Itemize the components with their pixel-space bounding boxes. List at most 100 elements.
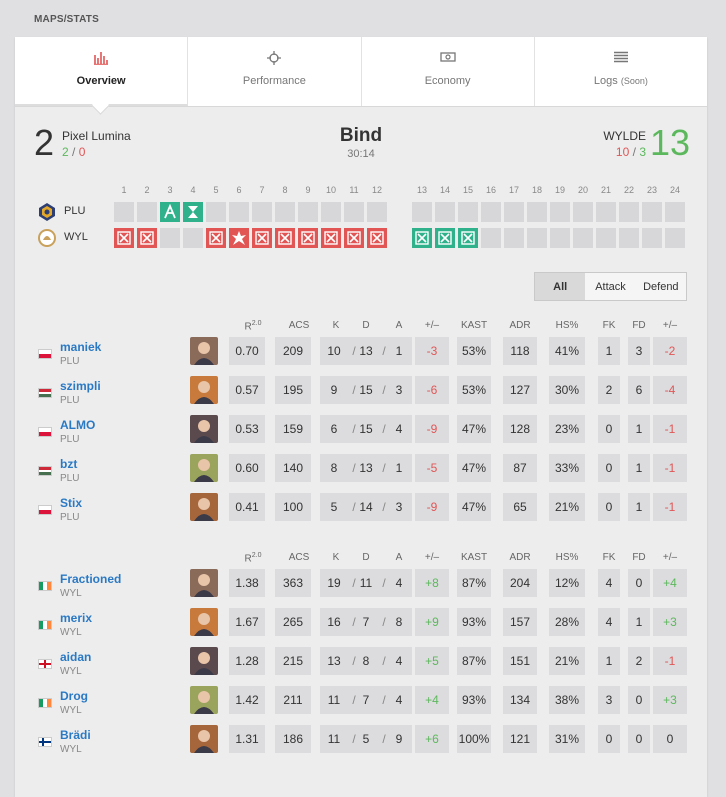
round-cell[interactable]	[550, 228, 570, 248]
rating-value: 1.31	[229, 725, 265, 753]
round-cell[interactable]	[619, 202, 639, 222]
round-elim-icon[interactable]	[252, 228, 272, 248]
round-cell[interactable]	[527, 202, 547, 222]
round-cell[interactable]	[344, 202, 364, 222]
round-cell[interactable]	[229, 202, 249, 222]
round-cell[interactable]	[573, 202, 593, 222]
assists-value: 3	[395, 500, 403, 514]
round-cell[interactable]	[298, 202, 318, 222]
round-number: 22	[623, 185, 634, 195]
header-acs[interactable]: ACS	[281, 552, 317, 563]
round-elim-icon[interactable]	[114, 228, 134, 248]
round-cell[interactable]	[367, 202, 387, 222]
header-acs[interactable]: ACS	[281, 320, 317, 331]
header-k[interactable]: K	[326, 552, 346, 563]
header-d[interactable]: D	[356, 552, 376, 563]
filter-attack-button[interactable]: Attack	[585, 273, 635, 300]
header-adr[interactable]: ADR	[502, 320, 538, 331]
round-cell[interactable]	[596, 202, 616, 222]
round-cell[interactable]	[527, 228, 547, 248]
round-cell[interactable]	[183, 228, 203, 248]
player-name[interactable]: maniek	[60, 340, 101, 354]
round-elim-icon[interactable]	[344, 228, 364, 248]
header-rating[interactable]: R2.0	[235, 552, 271, 564]
round-cell[interactable]	[206, 202, 226, 222]
header-fd[interactable]: FD	[628, 320, 650, 331]
round-cell[interactable]	[481, 202, 501, 222]
round-cell[interactable]	[619, 228, 639, 248]
tab-overview[interactable]: Overview	[15, 37, 189, 106]
header-fkfd[interactable]: +/–	[653, 320, 687, 331]
header-a[interactable]: A	[389, 320, 409, 331]
header-adr[interactable]: ADR	[502, 552, 538, 563]
round-time-icon[interactable]	[183, 202, 203, 222]
round-cell[interactable]	[642, 228, 662, 248]
round-elim-icon[interactable]	[458, 228, 478, 248]
round-elim-icon[interactable]	[412, 228, 432, 248]
header-hs[interactable]: HS%	[547, 320, 587, 331]
player-name[interactable]: Brädi	[60, 728, 91, 742]
round-cell[interactable]	[504, 228, 524, 248]
player-team: WYL	[60, 705, 82, 716]
player-name[interactable]: aidan	[60, 650, 91, 664]
header-pm[interactable]: +/–	[415, 320, 449, 331]
kast-value: 53%	[457, 337, 491, 365]
round-cell[interactable]	[573, 228, 593, 248]
player-name[interactable]: szimpli	[60, 379, 101, 393]
header-k[interactable]: K	[326, 320, 346, 331]
filter-all-button[interactable]: All	[535, 273, 586, 300]
player-team: WYL	[60, 666, 82, 677]
header-fk[interactable]: FK	[598, 320, 620, 331]
rating-value: 1.42	[229, 686, 265, 714]
round-cell[interactable]	[504, 202, 524, 222]
header-kast[interactable]: KAST	[454, 552, 494, 563]
tab-logs[interactable]: Logs (Soon)	[535, 37, 707, 106]
header-a[interactable]: A	[389, 552, 409, 563]
adr-value: 204	[503, 569, 537, 597]
header-d[interactable]: D	[356, 320, 376, 331]
header-pm[interactable]: +/–	[415, 552, 449, 563]
round-cell[interactable]	[114, 202, 134, 222]
round-cell[interactable]	[160, 228, 180, 248]
round-elim-icon[interactable]	[275, 228, 295, 248]
header-fk[interactable]: FK	[598, 552, 620, 563]
round-elim-icon[interactable]	[321, 228, 341, 248]
tab-performance[interactable]: Performance	[188, 37, 362, 106]
player-name[interactable]: Drog	[60, 689, 88, 703]
round-elim-icon[interactable]	[206, 228, 226, 248]
round-defuse-icon[interactable]	[160, 202, 180, 222]
round-cell[interactable]	[458, 202, 478, 222]
header-fd[interactable]: FD	[628, 552, 650, 563]
player-name[interactable]: Fractioned	[60, 572, 121, 586]
round-cell[interactable]	[275, 202, 295, 222]
round-cell[interactable]	[435, 202, 455, 222]
round-cell[interactable]	[642, 202, 662, 222]
header-rating[interactable]: R2.0	[235, 320, 271, 332]
tab-economy[interactable]: Economy	[362, 37, 535, 106]
round-cell[interactable]	[321, 202, 341, 222]
round-elim-icon[interactable]	[298, 228, 318, 248]
round-cell[interactable]	[137, 202, 157, 222]
player-name[interactable]: ALMO	[60, 418, 95, 432]
filter-defend-button[interactable]: Defend	[636, 273, 686, 300]
player-name[interactable]: merix	[60, 611, 92, 625]
round-cell[interactable]	[596, 228, 616, 248]
player-team: PLU	[60, 434, 80, 445]
round-cell[interactable]	[665, 202, 685, 222]
round-cell[interactable]	[665, 228, 685, 248]
header-fkfd[interactable]: +/–	[653, 552, 687, 563]
round-cell[interactable]	[481, 228, 501, 248]
round-elim-icon[interactable]	[367, 228, 387, 248]
header-hs[interactable]: HS%	[547, 552, 587, 563]
round-boom-icon[interactable]	[229, 228, 249, 248]
flag-icon	[38, 466, 52, 476]
round-elim-icon[interactable]	[137, 228, 157, 248]
player-name[interactable]: Stix	[60, 496, 82, 510]
round-elim-icon[interactable]	[435, 228, 455, 248]
header-kast[interactable]: KAST	[454, 320, 494, 331]
round-cell[interactable]	[252, 202, 272, 222]
round-cell[interactable]	[412, 202, 432, 222]
round-cell[interactable]	[550, 202, 570, 222]
player-name[interactable]: bzt	[60, 457, 77, 471]
team2-name[interactable]: WYLDE	[603, 129, 646, 143]
